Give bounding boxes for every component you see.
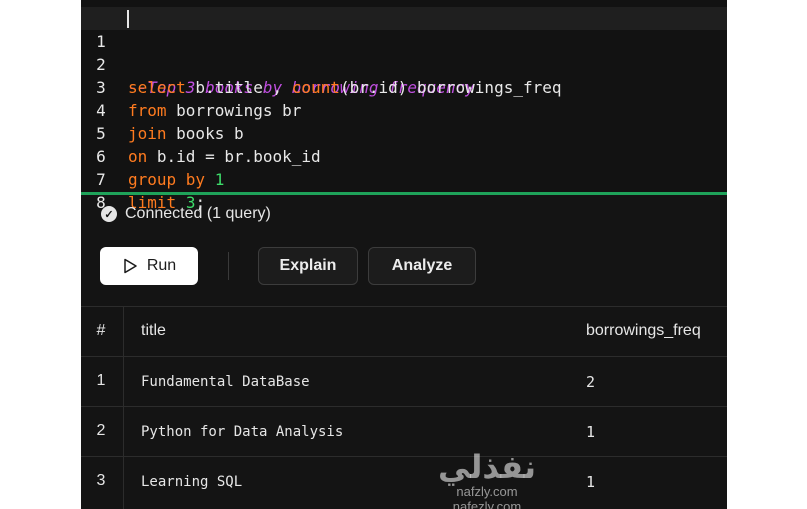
watermark-url-1: nafzly.com (456, 484, 518, 499)
explain-button-label: Explain (279, 257, 337, 274)
code-line-2[interactable]: 2 select b.title , count(br.id) borrowin… (81, 30, 727, 97)
column-header-title[interactable]: title (141, 320, 166, 342)
code-line-7[interactable]: 7 limit 3; (81, 145, 727, 212)
row-border (81, 406, 727, 407)
results-column-divider (123, 306, 124, 509)
sql-editor[interactable]: 1 --Top 3 books by borrowing frequency 2… (81, 0, 727, 212)
cell-borrowings-freq: 1 (586, 423, 596, 441)
play-icon (124, 258, 137, 274)
cell-borrowings-freq: 1 (586, 473, 596, 491)
run-button-label: Run (146, 257, 177, 274)
toolbar-separator (228, 252, 229, 280)
cell-borrowings-freq: 2 (586, 373, 596, 391)
row-number: 2 (96, 422, 106, 439)
code-line-8[interactable]: 8 (81, 168, 727, 212)
cell-title: Learning SQL (141, 474, 243, 490)
code-line-5[interactable]: 5 on b.id = br.book_id (81, 99, 727, 166)
editor-divider (81, 192, 727, 195)
text-cursor (127, 10, 129, 28)
row-number: 3 (96, 472, 106, 489)
watermark-url-2: nafezly.com (452, 499, 522, 509)
code-line-6[interactable]: 6 group by 1 (81, 122, 727, 189)
sql-console-panel: 1 --Top 3 books by borrowing frequency 2… (81, 0, 727, 509)
connection-status: ✓ Connected (1 query) (101, 203, 271, 225)
cell-title: Python for Data Analysis (141, 424, 344, 440)
run-button[interactable]: Run (100, 247, 198, 285)
code-line-1[interactable]: 1 --Top 3 books by borrowing frequency (81, 7, 727, 97)
cell-title: Fundamental DataBase (141, 374, 310, 390)
analyze-button-label: Analyze (391, 257, 453, 274)
watermark-arabic: نفذلي (438, 448, 536, 486)
check-circle-icon: ✓ (101, 206, 117, 222)
row-border (81, 356, 727, 357)
analyze-button[interactable]: Analyze (368, 247, 476, 285)
status-text: Connected (1 query) (125, 205, 271, 222)
explain-button[interactable]: Explain (258, 247, 358, 285)
column-header-index: # (96, 322, 106, 339)
watermark-logo: نفذلي nafzly.com nafezly.com (433, 450, 541, 509)
row-number: 1 (96, 372, 106, 389)
code-line-4[interactable]: 4 join books b (81, 76, 727, 143)
code-line-3[interactable]: 3 from borrowings br (81, 53, 727, 120)
row-border (81, 456, 727, 457)
results-top-border (81, 306, 727, 307)
column-header-borrowings-freq[interactable]: borrowings_freq (586, 320, 701, 342)
